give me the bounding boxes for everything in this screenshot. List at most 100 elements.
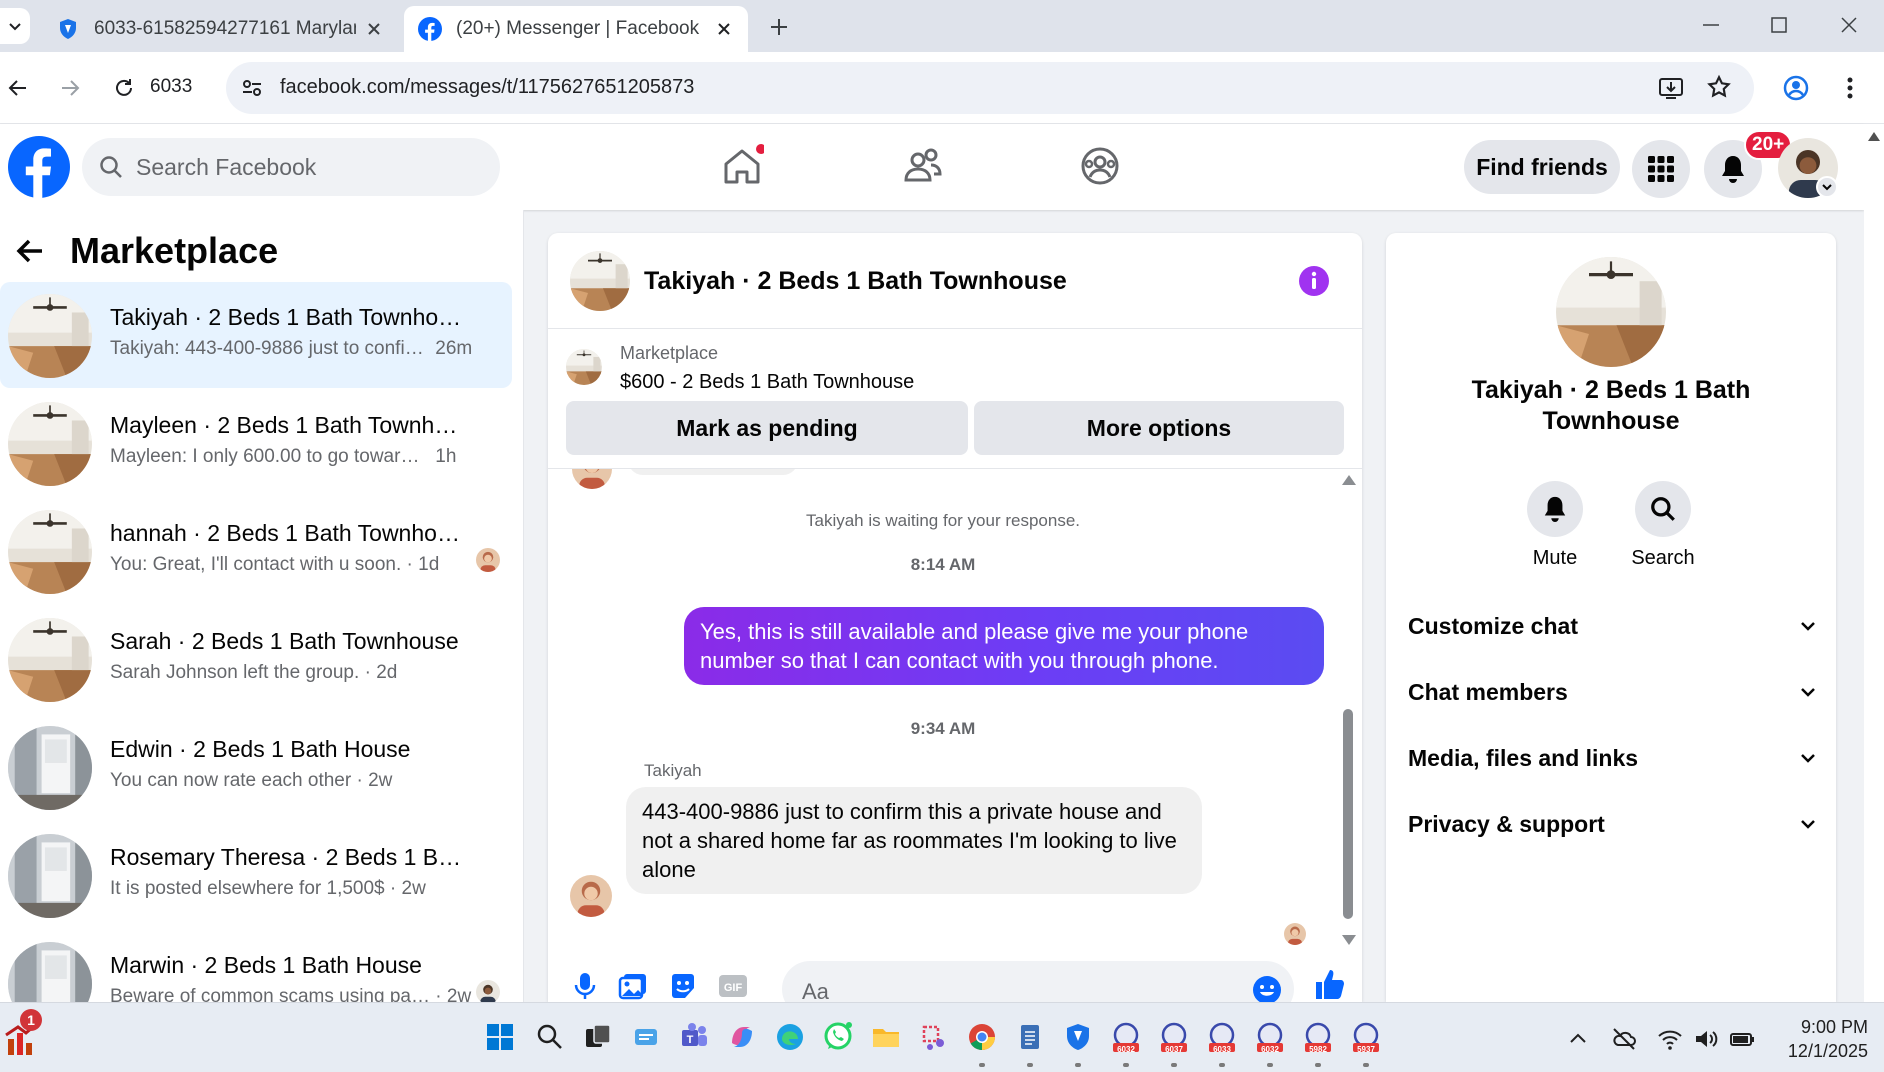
- account-caret[interactable]: [1816, 176, 1838, 198]
- install-app-icon[interactable]: [1658, 76, 1684, 100]
- task-view-icon[interactable]: [582, 1021, 614, 1053]
- profile-button[interactable]: [1780, 72, 1812, 104]
- scroll-thumb[interactable]: [1343, 709, 1353, 919]
- conversation-thumbnail: [8, 402, 92, 486]
- address-bar[interactable]: facebook.com/messages/t/1175627651205873: [226, 62, 1754, 114]
- browser-tab-active[interactable]: (20+) Messenger | Facebook: [404, 6, 748, 52]
- chevron-up-icon[interactable]: [1564, 1025, 1592, 1053]
- friends-icon[interactable]: [900, 144, 944, 188]
- groups-icon[interactable]: [1078, 144, 1122, 188]
- bookmark-star-icon[interactable]: [1706, 74, 1732, 100]
- url-text[interactable]: facebook.com/messages/t/1175627651205873: [280, 76, 694, 99]
- info-icon[interactable]: [1298, 265, 1330, 297]
- conversation-snippet: Sarah Johnson left the group. · 2d: [110, 662, 398, 683]
- timestamp-separator: 9:34 AM: [910, 719, 976, 738]
- notepad-icon[interactable]: [1014, 1021, 1046, 1053]
- app-label: 6032: [1117, 1045, 1135, 1054]
- app-label: 5937: [1357, 1045, 1375, 1054]
- site-settings-icon[interactable]: [240, 76, 264, 100]
- system-clock[interactable]: 9:00 PM 12/1/2025: [1768, 1015, 1868, 1063]
- home-icon[interactable]: [720, 144, 764, 188]
- snipping-tool-icon[interactable]: [918, 1021, 950, 1053]
- back-button[interactable]: [2, 72, 34, 104]
- menu-button[interactable]: [1632, 140, 1690, 198]
- chevron-down-icon: [1801, 754, 1815, 763]
- file-explorer-icon[interactable]: [870, 1021, 902, 1053]
- emoji-icon[interactable]: [1252, 975, 1282, 1002]
- message-bubble-partial: [628, 469, 798, 475]
- conversation-item[interactable]: Edwin · 2 Beds 1 Bath House You can now …: [0, 714, 512, 820]
- listing-title[interactable]: $600 - 2 Beds 1 Bath Townhouse: [620, 371, 914, 394]
- message-input[interactable]: Aa: [782, 961, 1294, 1002]
- battery-icon[interactable]: [1728, 1025, 1756, 1053]
- tab-title: 6033-61582594277161 Marylan: [94, 18, 356, 39]
- teams-icon[interactable]: T: [678, 1021, 710, 1053]
- photo-icon[interactable]: [618, 971, 648, 1001]
- browser-menu-button[interactable]: [1834, 72, 1866, 104]
- wifi-icon[interactable]: [1656, 1025, 1684, 1053]
- forward-button[interactable]: [54, 72, 86, 104]
- scroll-down-arrow[interactable]: [1342, 935, 1356, 945]
- volume-icon[interactable]: [1692, 1025, 1720, 1053]
- minimize-icon[interactable]: [1698, 12, 1724, 38]
- conversation-snippet: You: Great, I'll contact with u soon. · …: [110, 554, 440, 575]
- outgoing-message[interactable]: Yes, this is still available and please …: [684, 607, 1324, 685]
- search-icon[interactable]: [534, 1021, 566, 1053]
- privacy-support-section[interactable]: Privacy & support: [1408, 799, 1818, 849]
- copilot-tiles-icon[interactable]: [630, 1021, 662, 1053]
- close-icon[interactable]: [714, 19, 734, 39]
- arrow-right-icon: [62, 80, 80, 96]
- sticker-icon[interactable]: [668, 971, 698, 1001]
- conversation-snippet: Mayleen: I only 600.00 to go towards the…: [110, 446, 457, 467]
- conversation-item[interactable]: Takiyah · 2 Beds 1 Bath Townhouse Takiya…: [0, 282, 512, 388]
- mute-button[interactable]: Mute: [1500, 481, 1610, 570]
- chat-avatar[interactable]: [570, 251, 630, 311]
- copilot-icon[interactable]: [726, 1021, 758, 1053]
- media-files-links-section[interactable]: Media, files and links: [1408, 733, 1818, 783]
- chat-members-section[interactable]: Chat members: [1408, 667, 1818, 717]
- conversation-thumbnail: [8, 294, 92, 378]
- scroll-up-arrow[interactable]: [1342, 475, 1356, 485]
- chat-title[interactable]: Takiyah · 2 Beds 1 Bath Townhouse: [644, 267, 1067, 296]
- edge-icon[interactable]: [774, 1021, 806, 1053]
- new-tab-plus-icon[interactable]: [764, 12, 794, 42]
- conversation-item[interactable]: hannah · 2 Beds 1 Bath Townhouse You: Gr…: [0, 498, 512, 604]
- gif-icon[interactable]: GIF: [718, 971, 748, 1001]
- browser-tab-inactive[interactable]: 6033-61582594277161 Marylan: [42, 6, 398, 52]
- conversation-name: Edwin · 2 Beds 1 Bath House: [110, 736, 411, 762]
- cloud-off-icon[interactable]: [1610, 1025, 1638, 1053]
- conversation-name: hannah · 2 Beds 1 Bath Townhouse: [110, 520, 470, 546]
- tab-search-button[interactable]: [0, 8, 30, 44]
- chrome-icon[interactable]: [966, 1021, 998, 1053]
- shield-app-icon[interactable]: [1062, 1021, 1094, 1053]
- page-scrollbar[interactable]: [1864, 124, 1884, 1002]
- scroll-up-arrow[interactable]: [1868, 132, 1880, 141]
- sender-avatar[interactable]: [570, 875, 612, 917]
- incoming-message[interactable]: 443-400-9886 just to confirm this a priv…: [626, 787, 1202, 894]
- maximize-icon[interactable]: [1766, 12, 1792, 38]
- more-options-button[interactable]: More options: [974, 401, 1344, 455]
- marketplace-conversation-list: Marketplace Takiyah · 2 Beds 1 Bath Town…: [0, 210, 524, 1002]
- whatsapp-icon[interactable]: [822, 1021, 854, 1053]
- close-icon[interactable]: [364, 19, 384, 39]
- arrow-left-icon[interactable]: [14, 235, 46, 267]
- conversation-item[interactable]: Mayleen · 2 Beds 1 Bath Townhouse Maylee…: [0, 390, 512, 496]
- find-friends-button[interactable]: Find friends: [1464, 140, 1620, 194]
- listing-thumbnail[interactable]: [566, 349, 602, 385]
- conversation-item[interactable]: Marwin · 2 Beds 1 Bath House Beware of c…: [0, 930, 512, 1002]
- windows-start-icon[interactable]: [484, 1021, 516, 1053]
- conversation-item[interactable]: Sarah · 2 Beds 1 Bath Townhouse Sarah Jo…: [0, 606, 512, 712]
- message-scrollbar[interactable]: [1338, 469, 1358, 949]
- thumbs-up-icon[interactable]: [1312, 967, 1346, 1001]
- microphone-icon[interactable]: [570, 971, 600, 1001]
- facebook-logo-icon[interactable]: [8, 136, 70, 198]
- customize-chat-section[interactable]: Customize chat: [1408, 601, 1818, 651]
- profile-chip[interactable]: 6033: [150, 76, 192, 98]
- facebook-search-box[interactable]: Search Facebook: [82, 138, 500, 196]
- search-in-chat-button[interactable]: Search: [1608, 481, 1718, 570]
- chat-profile-photo[interactable]: [1556, 257, 1666, 367]
- window-close-icon[interactable]: [1836, 12, 1862, 38]
- conversation-item[interactable]: Rosemary Theresa · 2 Beds 1 Bath House I…: [0, 822, 512, 928]
- reload-button[interactable]: [108, 72, 140, 104]
- mark-as-pending-button[interactable]: Mark as pending: [566, 401, 968, 455]
